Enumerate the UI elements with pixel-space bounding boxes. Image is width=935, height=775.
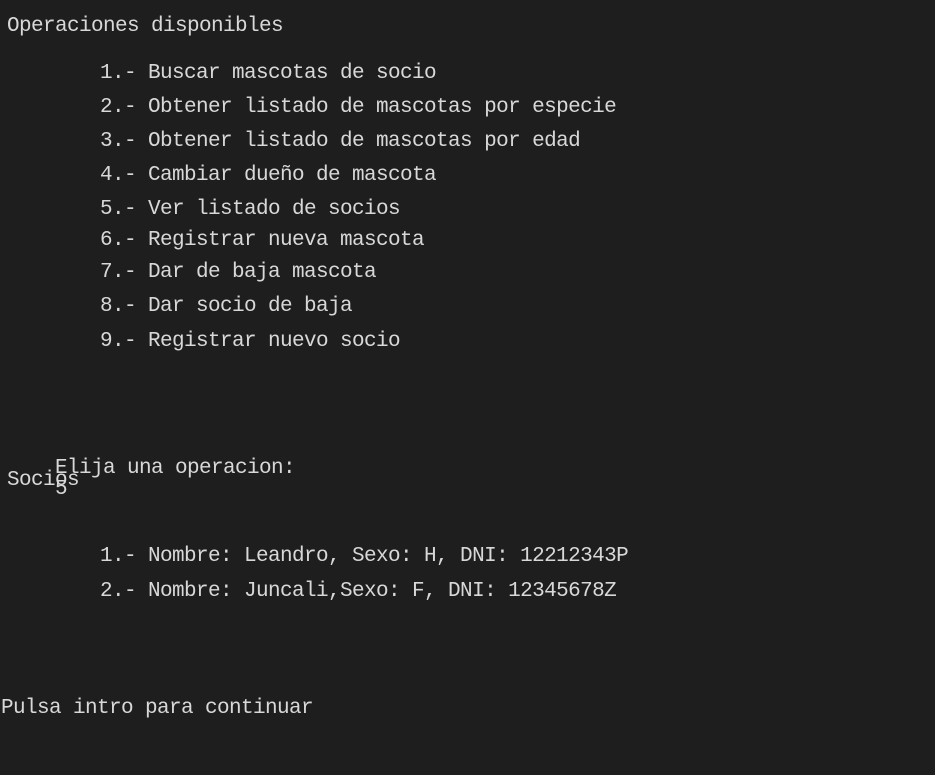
menu-item-4: 4.- Cambiar dueño de mascota: [100, 164, 437, 187]
socios-heading: Socios: [7, 469, 80, 492]
operation-prompt-label: Elija una operacion:: [55, 457, 296, 480]
menu-item-1: 1.- Buscar mascotas de socio: [100, 62, 437, 85]
menu-item-2: 2.- Obtener listado de mascotas por espe…: [100, 96, 617, 119]
menu-item-5: 5.- Ver listado de socios: [100, 198, 401, 221]
menu-item-7: 7.- Dar de baja mascota: [100, 261, 377, 284]
socio-list-item-2: 2.- Nombre: Juncali,Sexo: F, DNI: 123456…: [100, 580, 617, 603]
continue-prompt[interactable]: Pulsa intro para continuar: [1, 698, 314, 719]
menu-title: Operaciones disponibles: [7, 15, 284, 38]
socio-list-item-1: 1.- Nombre: Leandro, Sexo: H, DNI: 12212…: [100, 545, 629, 568]
menu-item-6: 6.- Registrar nueva mascota: [100, 229, 425, 252]
console-window: Operaciones disponibles 1.- Buscar masco…: [0, 0, 935, 775]
menu-item-9: 9.- Registrar nuevo socio: [100, 330, 401, 353]
menu-item-3: 3.- Obtener listado de mascotas por edad: [100, 130, 581, 153]
menu-item-8: 8.- Dar socio de baja: [100, 295, 353, 318]
